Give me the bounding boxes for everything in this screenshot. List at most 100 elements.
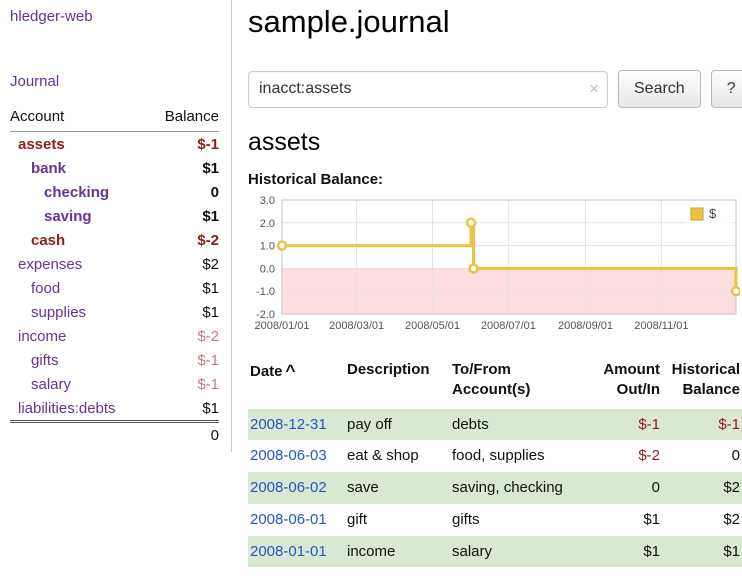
x-tick-label: 2008/05/01 [405, 320, 460, 332]
register-header-amount: Amount Out/In [592, 358, 662, 409]
y-tick-label: 2.0 [260, 218, 275, 230]
account-link[interactable]: supplies [31, 304, 86, 321]
accounts-table: Account Balance assets$-1bank$1checking0… [10, 104, 219, 448]
account-link[interactable]: assets [18, 136, 65, 153]
legend-swatch [691, 208, 703, 220]
account-row: saving $1 [10, 204, 219, 228]
register-row: 2008-12-31pay offdebts$-1$-1 [248, 409, 742, 441]
legend-label: $ [709, 206, 717, 221]
sort-asc-icon: ^ [286, 361, 296, 380]
account-row: supplies $1 [10, 300, 219, 324]
transaction-amount: $1 [592, 504, 662, 536]
sidebar-item-journal[interactable]: Journal [10, 73, 219, 90]
account-balance: $-2 [148, 324, 219, 348]
transaction-date-link[interactable]: 2008-06-01 [250, 511, 327, 528]
account-link[interactable]: food [31, 280, 60, 297]
x-tick-label: 2008/09/01 [558, 320, 613, 332]
account-row: checking 0 [10, 180, 219, 204]
account-row: assets$-1 [10, 132, 219, 157]
account-balance: $1 [148, 204, 219, 228]
clear-search-icon[interactable]: × [589, 79, 599, 99]
account-balance: $1 [148, 276, 219, 300]
account-row: expenses $2 [10, 252, 219, 276]
register-body: 2008-12-31pay offdebts$-1$-12008-06-03ea… [248, 409, 742, 568]
transaction-date-link[interactable]: 2008-01-01 [250, 543, 327, 560]
y-tick-label: 3.0 [260, 195, 275, 207]
transaction-amount: $1 [592, 536, 662, 568]
x-tick-label: 2008/07/01 [481, 320, 536, 332]
register-header-accounts: To/From Account(s) [450, 358, 592, 409]
account-link[interactable]: bank [31, 160, 66, 177]
transaction-accounts: saving, checking [450, 472, 592, 504]
account-link[interactable]: expenses [18, 256, 82, 273]
account-row: liabilities:debts$1 [10, 396, 219, 422]
transaction-balance: $-1 [662, 409, 742, 441]
date-header-label: Date [250, 363, 283, 380]
register-row: 2008-06-02savesaving, checking0$2 [248, 472, 742, 504]
search-input[interactable] [248, 71, 608, 108]
chart-title: Historical Balance: [248, 171, 742, 188]
transaction-amount: $-2 [592, 440, 662, 472]
y-tick-label: 1.0 [260, 241, 275, 253]
transaction-balance: $2 [662, 472, 742, 504]
data-point-marker [467, 219, 475, 227]
brand-link[interactable]: hledger-web [10, 8, 219, 25]
page-title: sample.journal [248, 4, 742, 40]
register-row: 2008-06-03eat & shopfood, supplies$-20 [248, 440, 742, 472]
account-heading: assets [248, 128, 742, 157]
account-link[interactable]: cash [31, 232, 65, 249]
main-content: sample.journal × Search ? assets Histori… [232, 0, 742, 582]
data-point-marker [732, 287, 740, 295]
account-link[interactable]: income [18, 328, 66, 345]
help-button[interactable]: ? [711, 70, 742, 108]
x-tick-label: 2008/11/01 [634, 320, 688, 332]
transaction-description: pay off [345, 409, 450, 441]
account-row: bank $1 [10, 156, 219, 180]
account-balance: $1 [148, 300, 219, 324]
account-row: salary $-1 [10, 372, 219, 396]
transaction-balance: $1 [662, 536, 742, 568]
account-balance: $2 [148, 252, 219, 276]
accounts-body: assets$-1bank$1checking0saving$1cash$-2e… [10, 132, 219, 422]
account-balance: $-1 [148, 372, 219, 396]
account-row: gifts $-1 [10, 348, 219, 372]
search-button[interactable]: Search [618, 70, 701, 108]
y-tick-label: 0.0 [260, 263, 275, 275]
y-tick-label: -1.0 [256, 286, 275, 298]
account-balance: $-1 [148, 348, 219, 372]
search-bar: × Search ? [248, 70, 742, 108]
app-window: hledger-web Journal Account Balance asse… [0, 0, 742, 582]
transaction-description: gift [345, 504, 450, 536]
transaction-accounts: food, supplies [450, 440, 592, 472]
account-link[interactable]: gifts [31, 352, 59, 369]
x-tick-label: 2008/01/01 [254, 320, 309, 332]
register-header-date[interactable]: Date^ [248, 358, 345, 409]
transaction-amount: $-1 [592, 409, 662, 441]
register-row: 2008-01-01incomesalary$1$1 [248, 536, 742, 568]
sidebar: hledger-web Journal Account Balance asse… [0, 0, 232, 452]
transaction-balance: $2 [662, 504, 742, 536]
accounts-header-account: Account [10, 104, 148, 132]
accounts-total: 0 [10, 422, 219, 448]
register-row: 2008-06-01 giftgifts$1$2 [248, 504, 742, 536]
account-balance: $1 [148, 156, 219, 180]
transaction-accounts: gifts [450, 504, 592, 536]
register-table: Date^ Description To/From Account(s) Amo… [248, 358, 742, 567]
account-row: cash $-2 [10, 228, 219, 252]
account-link[interactable]: saving [44, 208, 92, 225]
x-tick-label: 2008/03/01 [329, 320, 384, 332]
account-balance: $-2 [148, 228, 219, 252]
accounts-header-balance: Balance [148, 104, 219, 132]
transaction-date-link[interactable]: 2008-06-03 [250, 447, 327, 464]
account-balance: 0 [148, 180, 219, 204]
account-link[interactable]: liabilities:debts [18, 400, 116, 417]
transaction-date-link[interactable]: 2008-12-31 [250, 416, 327, 433]
chart-svg: 3.02.01.00.0-1.0-2.02008/01/012008/03/01… [248, 192, 740, 342]
data-point-marker [278, 242, 286, 250]
transaction-accounts: salary [450, 536, 592, 568]
register-header-description: Description [345, 358, 450, 409]
account-link[interactable]: checking [44, 184, 109, 201]
account-link[interactable]: salary [31, 376, 71, 393]
transaction-date-link[interactable]: 2008-06-02 [250, 479, 327, 496]
transaction-balance: 0 [662, 440, 742, 472]
